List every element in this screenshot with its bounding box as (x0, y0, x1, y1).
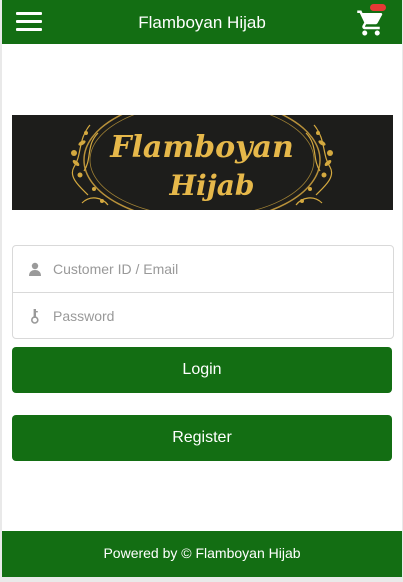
register-button[interactable]: Register (12, 415, 392, 461)
hamburger-menu-icon[interactable] (16, 12, 44, 32)
cart-count-badge (370, 4, 386, 11)
password-row (13, 292, 393, 339)
app-footer: Powered by © Flamboyan Hijab (2, 531, 402, 577)
password-input[interactable] (53, 293, 383, 339)
app-title: Flamboyan Hijab (138, 13, 266, 32)
cart-button[interactable] (356, 4, 390, 40)
customer-id-input[interactable] (53, 246, 383, 292)
logo-line-1: Flamboyan (109, 130, 294, 165)
app-screen: Flamboyan Hijab Flamboyan Hijab Customer… (2, 0, 402, 577)
customer-id-row (13, 246, 393, 292)
footer-text: Powered by © Flamboyan Hijab (103, 545, 301, 561)
logo-line-2: Hijab (169, 169, 255, 202)
login-form (12, 245, 394, 339)
brand-logo: Flamboyan Hijab (12, 115, 393, 210)
brand-banner: Flamboyan Hijab (12, 115, 393, 210)
key-icon (31, 309, 39, 324)
user-icon (29, 262, 41, 276)
login-button[interactable]: Login (12, 347, 392, 393)
app-header: Flamboyan Hijab (2, 0, 402, 44)
shopping-cart-icon (357, 10, 383, 36)
